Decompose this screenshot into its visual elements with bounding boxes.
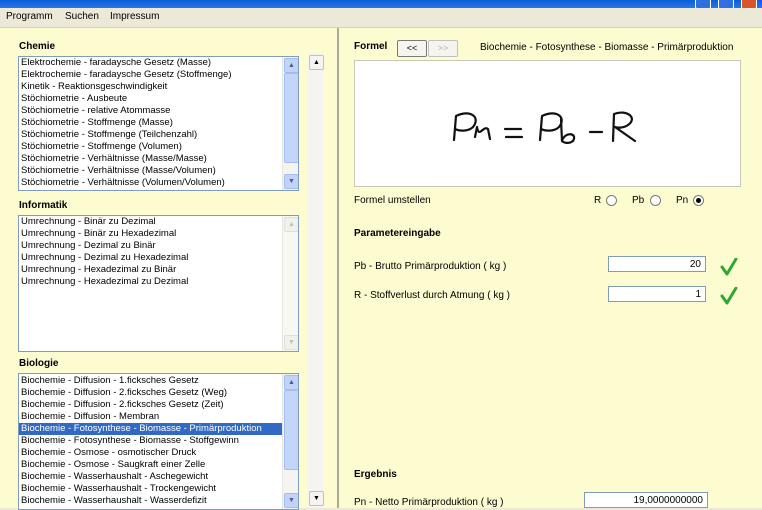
list-item[interactable]: Biochemie - Wasserhaushalt - Trockengewi… — [19, 483, 282, 495]
menu-programm[interactable]: Programm — [6, 11, 53, 22]
ergebnis-label: Pn - Netto Primärproduktion ( kg ) — [354, 497, 504, 508]
list-item[interactable]: Elektrochemie - faradaysche Gesetz (Mass… — [19, 57, 282, 69]
close-button[interactable] — [741, 0, 757, 8]
param-r-input[interactable]: 1 — [608, 286, 706, 302]
list-item[interactable]: Biochemie - Diffusion - Membran — [19, 411, 282, 423]
list-item[interactable]: Biochemie - Diffusion - 2.ficksches Gese… — [19, 399, 282, 411]
radio-pn-label: Pn — [676, 195, 689, 206]
menu-impressum[interactable]: Impressum — [110, 11, 159, 22]
param-pb-input[interactable]: 20 — [608, 256, 706, 272]
formula-title: Biochemie - Fotosynthese - Biomasse - Pr… — [480, 42, 734, 53]
list-item[interactable]: Biochemie - Diffusion - 1.ficksches Gese… — [19, 375, 282, 387]
r-valid-check-icon — [720, 287, 738, 305]
pb-valid-check-icon — [720, 258, 738, 276]
list-item[interactable]: Stöchiometrie - Stoffmenge (Volumen) — [19, 141, 282, 153]
panel-splitter[interactable] — [337, 28, 339, 508]
formula-display — [354, 60, 741, 187]
biologie-label: Biologie — [19, 358, 59, 369]
list-item[interactable]: Biochemie - Wasserhaushalt - Wasserdefiz… — [19, 495, 282, 507]
param-pb-label: Pb - Brutto Primärproduktion ( kg ) — [354, 261, 507, 272]
list-item[interactable]: Biochemie - Diffusion - 2.ficksches Gese… — [19, 387, 282, 399]
menu-bar: Programm Suchen Impressum — [0, 8, 762, 28]
minimize-button[interactable] — [695, 0, 711, 8]
chemie-label: Chemie — [19, 41, 56, 52]
list-item[interactable]: Biochemie - Fotosynthese - Biomasse - St… — [19, 435, 282, 447]
param-r-label: R - Stoffverlust durch Atmung ( kg ) — [354, 290, 510, 301]
scroll-up-icon: ▲ — [284, 217, 298, 232]
scroll-thumb[interactable] — [284, 73, 298, 163]
list-item[interactable]: Kinetik - Reaktionsgeschwindigkeit — [19, 81, 282, 93]
informatik-scrollbar: ▲ ▼ — [282, 216, 298, 351]
list-item[interactable]: Stöchiometrie - Verhältnisse (Volumen/Vo… — [19, 177, 282, 189]
menu-suchen[interactable]: Suchen — [65, 11, 99, 22]
biologie-listbox[interactable]: Biochemie - Diffusion - 1.ficksches Gese… — [18, 373, 299, 510]
radio-pb[interactable] — [650, 195, 661, 206]
list-item[interactable]: Biochemie - Osmose - Saugkraft einer Zel… — [19, 459, 282, 471]
list-item[interactable]: Stöchiometrie - Stoffmenge (Masse) — [19, 117, 282, 129]
list-item[interactable]: Stöchiometrie - relative Atommasse — [19, 105, 282, 117]
informatik-listbox[interactable]: Umrechnung - Binär zu Dezimal Umrechnung … — [18, 215, 299, 352]
list-item[interactable]: Stöchiometrie - Verhältnisse (Masse/Volu… — [19, 165, 282, 177]
scroll-up-icon[interactable]: ▲ — [284, 58, 298, 73]
maximize-button[interactable] — [718, 0, 734, 8]
list-item[interactable]: Elektrochemie - faradaysche Gesetz (Stof… — [19, 69, 282, 81]
list-item[interactable]: Umrechnung - Dezimal zu Hexadezimal — [19, 252, 282, 264]
chemie-listbox[interactable]: Elektrochemie - faradaysche Gesetz (Mass… — [18, 56, 299, 191]
radio-r-label: R — [594, 195, 602, 206]
scroll-down-icon[interactable]: ▼ — [284, 174, 298, 189]
list-item[interactable]: Biochemie - Wasserhaushalt - Aschegewich… — [19, 471, 282, 483]
formula-handwriting — [452, 111, 637, 144]
list-item[interactable]: Umrechnung - Binär zu Dezimal — [19, 216, 282, 228]
list-item[interactable]: Stöchiometrie - Stoffmenge (Teilchenzahl… — [19, 129, 282, 141]
radio-pb-label: Pb — [632, 195, 645, 206]
scroll-thumb[interactable] — [284, 390, 298, 470]
parametereingabe-heading: Parametereingabe — [354, 228, 441, 239]
informatik-label: Informatik — [19, 200, 68, 211]
scroll-down-icon[interactable]: ▼ — [309, 491, 324, 506]
biologie-items: Biochemie - Diffusion - 1.ficksches Gese… — [19, 374, 282, 509]
scroll-down-icon: ▼ — [284, 335, 298, 350]
list-item[interactable]: Umrechnung - Dezimal zu Binär — [19, 240, 282, 252]
list-item[interactable]: Stöchiometrie - Ausbeute — [19, 93, 282, 105]
scroll-up-icon[interactable]: ▲ — [309, 55, 324, 70]
scroll-up-icon[interactable]: ▲ — [284, 375, 298, 390]
ergebnis-output: 19,0000000000 — [584, 492, 708, 508]
radio-pn[interactable] — [693, 195, 704, 206]
list-item[interactable]: Biochemie - Fotosynthese - Biomasse - Pr… — [19, 423, 282, 435]
informatik-items: Umrechnung - Binär zu Dezimal Umrechnung … — [19, 216, 282, 351]
list-item[interactable]: Stöchiometrie - Verhältnisse (Masse/Mass… — [19, 153, 282, 165]
list-item[interactable]: Umrechnung - Binär zu Hexadezimal — [19, 228, 282, 240]
list-item[interactable]: Biochemie - Osmose - osmotischer Druck — [19, 447, 282, 459]
formel-umstellen-label: Formel umstellen — [354, 195, 431, 206]
list-item[interactable]: Umrechnung - Hexadezimal zu Dezimal — [19, 276, 282, 288]
biologie-scrollbar[interactable]: ▲ ▼ — [282, 374, 298, 509]
radio-r[interactable] — [606, 195, 617, 206]
chemie-items: Elektrochemie - faradaysche Gesetz (Mass… — [19, 57, 282, 190]
scroll-down-icon[interactable]: ▼ — [284, 493, 298, 508]
prev-formula-button[interactable]: << — [397, 40, 427, 57]
title-bar — [0, 0, 762, 8]
chemie-scrollbar[interactable]: ▲ ▼ — [282, 57, 298, 190]
formel-label: Formel — [354, 41, 388, 52]
panel-scrollbar[interactable]: ▲ ▼ — [308, 53, 324, 508]
ergebnis-heading: Ergebnis — [354, 469, 397, 480]
list-item[interactable]: Umrechnung - Hexadezimal zu Binär — [19, 264, 282, 276]
next-formula-button[interactable]: >> — [428, 40, 458, 57]
